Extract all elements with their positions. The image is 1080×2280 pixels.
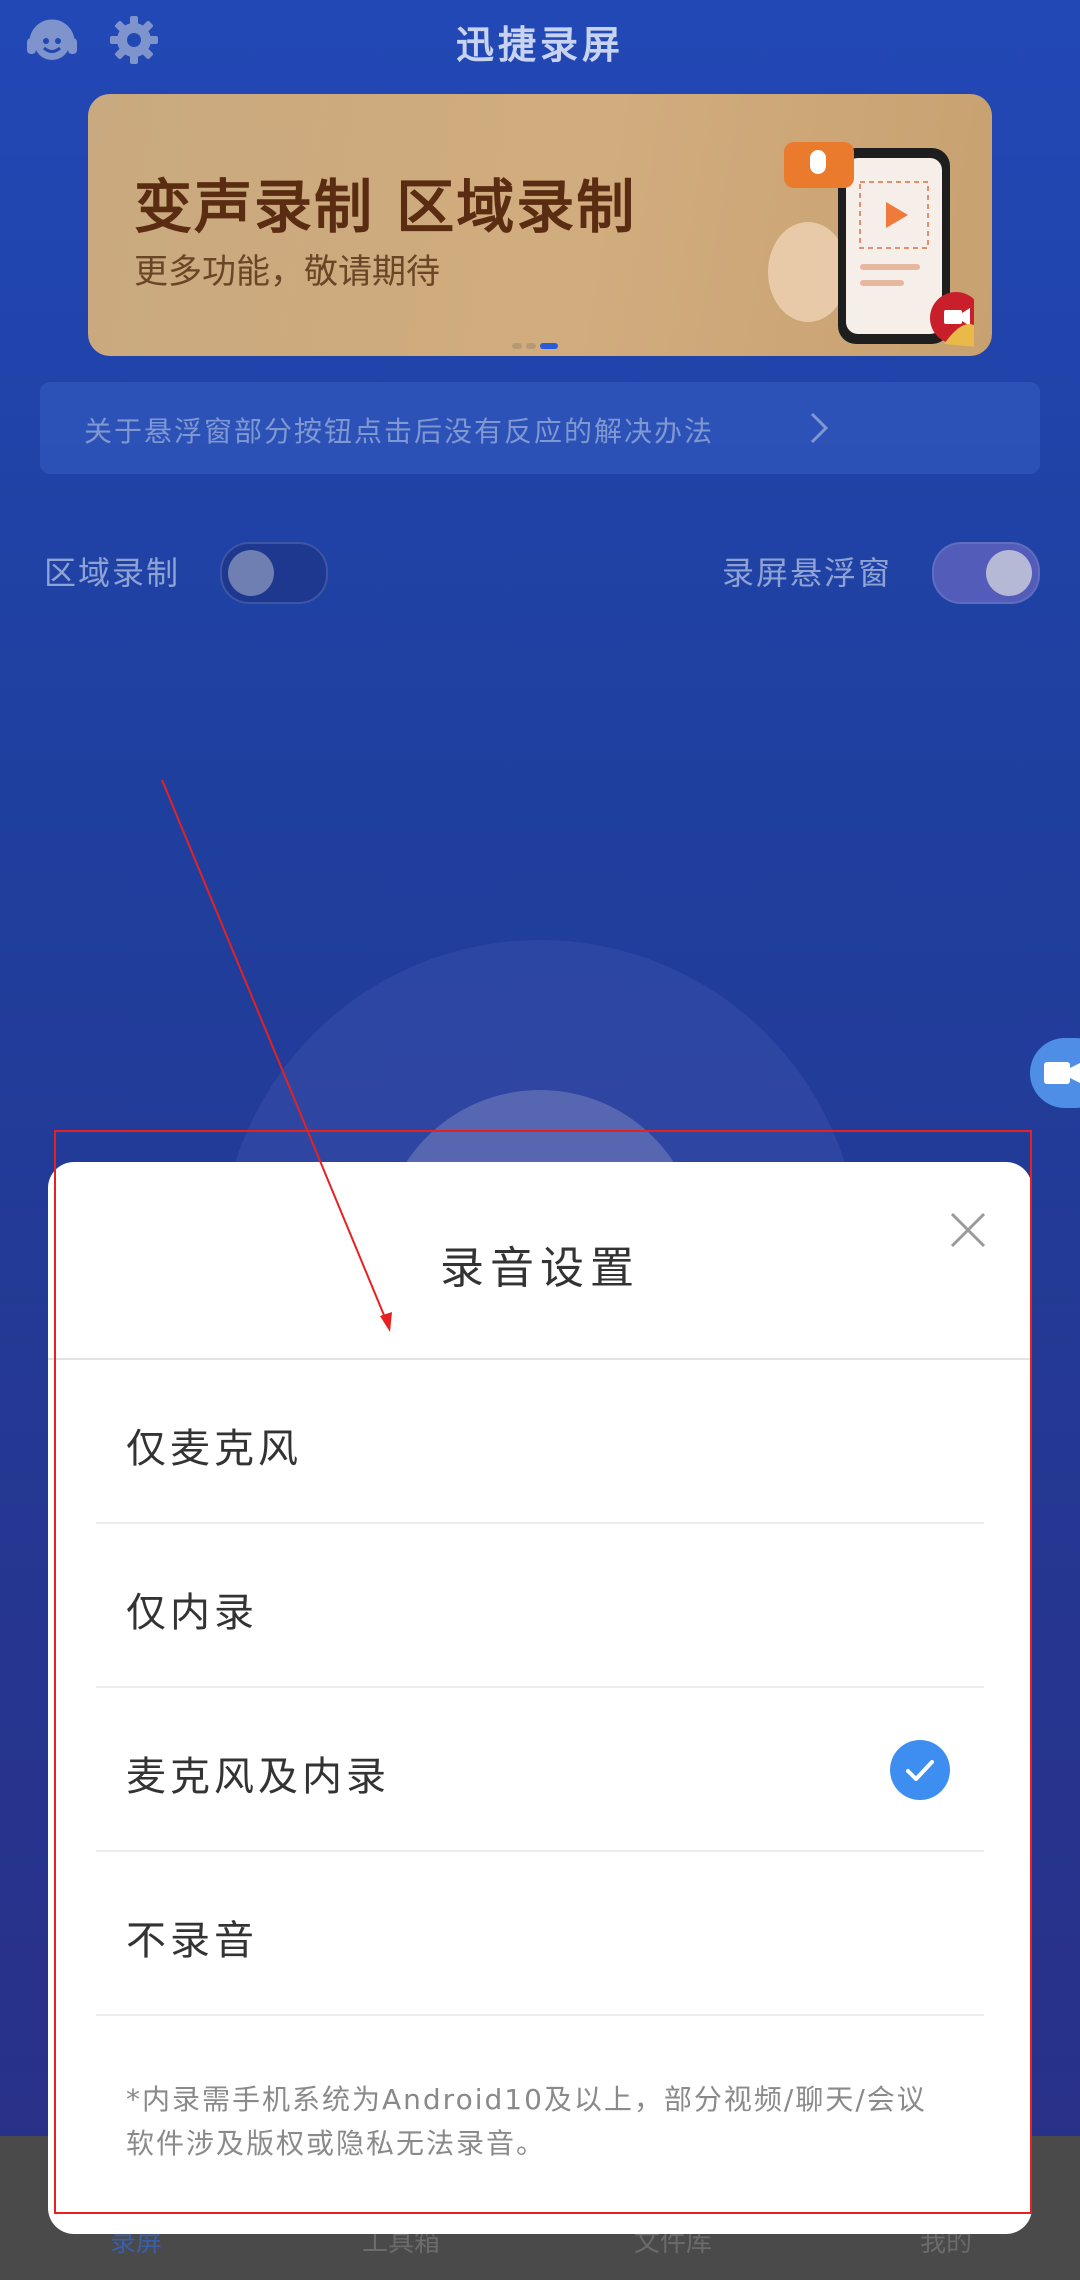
audio-settings-sheet: 录音设置 仅麦克风 仅内录 麦克风及内录 不录音 *内录需手机系统为Androi… — [48, 1162, 1032, 2234]
option-label: 麦克风及内录 — [126, 1754, 390, 1800]
option-label: 仅麦克风 — [126, 1426, 302, 1472]
sheet-title: 录音设置 — [440, 1243, 640, 1294]
checkmark-icon — [890, 1740, 950, 1800]
internal-record-note: *内录需手机系统为Android10及以上，部分视频/聊天/会议 软件涉及版权或… — [126, 2078, 986, 2166]
option-mic-only[interactable]: 仅麦克风 — [96, 1360, 984, 1524]
option-label: 不录音 — [126, 1918, 258, 1964]
option-label: 仅内录 — [126, 1590, 258, 1636]
note-line-1: *内录需手机系统为Android10及以上，部分视频/聊天/会议 — [126, 2083, 927, 2116]
option-mic-and-internal[interactable]: 麦克风及内录 — [96, 1688, 984, 1852]
note-line-2: 软件涉及版权或隐私无法录音。 — [126, 2127, 547, 2160]
option-internal-only[interactable]: 仅内录 — [96, 1524, 984, 1688]
option-divider — [96, 2014, 984, 2016]
option-no-audio[interactable]: 不录音 — [96, 1852, 984, 2016]
close-icon[interactable] — [946, 1208, 990, 1252]
